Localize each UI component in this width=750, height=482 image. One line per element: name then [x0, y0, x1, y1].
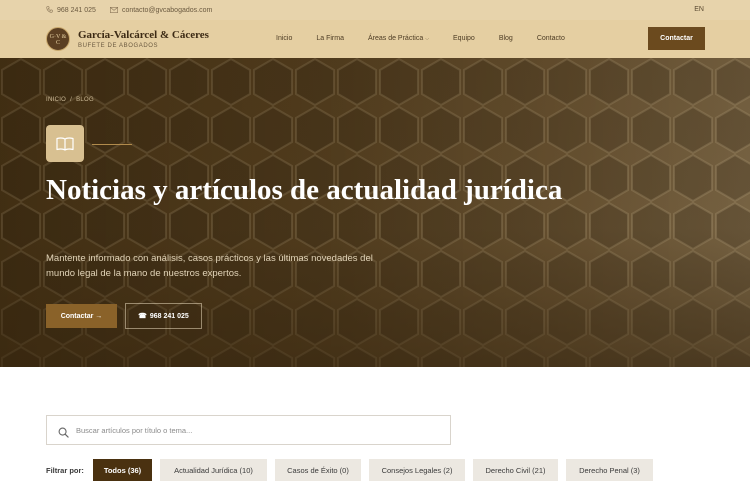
filter-label: Filtrar por: — [46, 466, 84, 475]
chevron-down-icon: ⌵ — [425, 36, 430, 42]
filter-chip-derecho-civil[interactable]: Derecho Civil (21) — [473, 459, 558, 481]
filter-chip-actualidad-juridica[interactable]: Actualidad Jurídica (10) — [160, 459, 267, 481]
top-email-text: contacto@gvcabogados.com — [121, 7, 213, 14]
top-phone[interactable]: 968 241 025 — [46, 6, 96, 15]
nav-item-inicio[interactable]: Inicio — [276, 35, 292, 42]
filter-chip-consejos-legales[interactable]: Consejos Legales (2) — [369, 459, 465, 481]
top-bar: 968 241 025 contacto@gvcabogados.com EN — [0, 0, 750, 20]
hero-section: INICIO / BLOG Noticias y artículos de actu… — [0, 58, 750, 367]
brand-name[interactable]: García-Valcárcel & Cáceres — [78, 29, 209, 41]
hero-phone-button[interactable]: ☎ 968 241 025 — [125, 303, 202, 329]
language-switch[interactable]: EN — [694, 6, 704, 13]
brand-subtitle: BUFETE DE ABOGADOS — [78, 43, 159, 49]
search-box — [46, 415, 451, 445]
logo-badge[interactable]: G·V & C — [46, 27, 70, 51]
page-title: Noticias y artículos de actualidad juríd… — [46, 174, 563, 206]
mail-icon — [109, 6, 118, 15]
main-nav: Inicio La Firma Áreas de Práctica ⌵ Equip… — [276, 35, 589, 42]
site-header: G·V & C García-Valcárcel & Cáceres BUFET… — [0, 20, 750, 58]
nav-item-equipo[interactable]: Equipo — [453, 35, 475, 42]
breadcrumb-current: BLOG — [76, 97, 94, 103]
top-contact-info: 968 241 025 contacto@gvcabogados.com — [46, 6, 212, 15]
header-contact-button[interactable]: Contactar — [648, 27, 705, 50]
nav-item-areas-label: Áreas de Práctica — [367, 35, 424, 42]
breadcrumb-home[interactable]: INICIO — [46, 97, 66, 103]
filter-chip-casos-de-exito[interactable]: Casos de Éxito (0) — [275, 459, 361, 481]
phone-icon — [46, 6, 53, 15]
hero-phone-label: 968 241 025 — [149, 312, 189, 320]
hero-description: Mantente informado con análisis, casos p… — [46, 253, 373, 279]
top-email[interactable]: contacto@gvcabogados.com — [109, 6, 213, 15]
top-phone-text: 968 241 025 — [57, 7, 96, 14]
hero-contact-button[interactable]: Contactar → — [46, 304, 117, 328]
book-icon — [46, 125, 84, 162]
telephone-icon: ☎ — [138, 313, 147, 320]
breadcrumb: INICIO / BLOG — [46, 97, 94, 103]
filter-chip-derecho-penal[interactable]: Derecho Penal (3) — [566, 459, 653, 481]
breadcrumb-separator: / — [70, 97, 73, 103]
filter-chip-todos[interactable]: Todos (36) — [93, 459, 152, 481]
nav-item-blog[interactable]: Blog — [499, 35, 513, 42]
decorative-line — [92, 144, 132, 145]
search-input[interactable] — [76, 416, 436, 444]
search-icon — [58, 425, 69, 443]
nav-item-areas[interactable]: Áreas de Práctica ⌵ — [368, 35, 429, 42]
nav-item-contacto[interactable]: Contacto — [537, 35, 565, 42]
nav-item-la-firma[interactable]: La Firma — [316, 35, 344, 42]
